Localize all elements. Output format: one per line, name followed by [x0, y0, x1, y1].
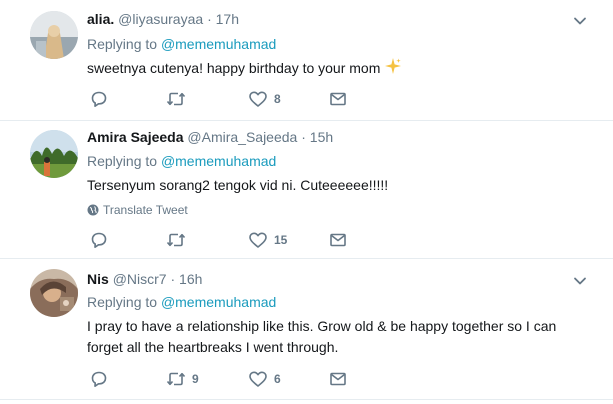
tweet-text: I pray to have a relationship like this.… [87, 316, 582, 358]
avatar[interactable] [30, 130, 78, 178]
user-handle[interactable]: @Amira_Sajeeda [187, 129, 297, 145]
user-handle[interactable]: @liyasurayaa [118, 11, 203, 27]
tweet-text: Tersenyum sorang2 tengok vid ni. Cuteeee… [87, 175, 582, 196]
chevron-down-icon[interactable] [572, 13, 588, 29]
like-count: 6 [274, 372, 281, 386]
translate-tweet-link[interactable]: Translate Tweet [87, 202, 188, 220]
replying-prefix: Replying to [87, 36, 158, 52]
retweet-icon [166, 92, 186, 106]
replying-prefix: Replying to [87, 294, 158, 310]
like-count: 15 [274, 233, 288, 247]
tweet-actions: 15 [87, 230, 387, 250]
like-button[interactable]: 15 [248, 230, 287, 250]
tweet-text: sweetnya cutenya! happy birthday to your… [87, 57, 582, 81]
retweet-icon [166, 372, 186, 386]
display-name[interactable]: Amira Sajeeda [87, 129, 184, 145]
envelope-icon [330, 92, 346, 106]
replying-to: Replying to @mememuhamad [87, 35, 276, 53]
user-handle[interactable]: @Niscr7 [113, 271, 167, 287]
tweet-text-content: I pray to have a relationship like this.… [87, 318, 557, 355]
like-count: 8 [274, 92, 281, 106]
retweet-count: 9 [192, 372, 199, 386]
timestamp[interactable]: 17h [216, 11, 239, 27]
reply-button[interactable] [90, 369, 114, 389]
tweet-1[interactable]: alia. @liyasurayaa · 17h Replying to @me… [0, 0, 613, 120]
direct-message-button[interactable] [329, 89, 347, 109]
tweet-actions: 8 [87, 89, 387, 109]
tweet-header: alia. @liyasurayaa · 17h [87, 10, 239, 28]
tweet-header: Amira Sajeeda @Amira_Sajeeda · 15h [87, 128, 333, 146]
reply-button[interactable] [90, 89, 114, 109]
mention-link[interactable]: @mememuhamad [161, 294, 276, 310]
direct-message-button[interactable] [329, 369, 347, 389]
envelope-icon [330, 372, 346, 386]
display-name[interactable]: Nis [87, 271, 109, 287]
heart-icon [249, 232, 267, 248]
translate-label: Translate Tweet [103, 203, 188, 217]
globe-icon [87, 204, 99, 220]
like-button[interactable]: 8 [248, 89, 281, 109]
envelope-icon [330, 233, 346, 247]
like-button[interactable]: 6 [248, 369, 281, 389]
replying-prefix: Replying to [87, 153, 158, 169]
separator-dot: · [207, 11, 212, 27]
chevron-down-icon[interactable] [572, 273, 588, 289]
retweet-button[interactable] [166, 230, 192, 250]
display-name[interactable]: alia. [87, 11, 114, 27]
replying-to: Replying to @mememuhamad [87, 293, 276, 311]
reply-icon [91, 91, 107, 107]
avatar[interactable] [30, 269, 78, 317]
tweet-actions: 9 6 [87, 369, 387, 389]
mention-link[interactable]: @mememuhamad [161, 36, 276, 52]
tweet-header: Nis @Niscr7 · 16h [87, 270, 202, 288]
replying-to: Replying to @mememuhamad [87, 152, 276, 170]
tweet-3[interactable]: Nis @Niscr7 · 16h Replying to @mememuham… [0, 259, 613, 404]
tweet-text-content: Tersenyum sorang2 tengok vid ni. Cuteeee… [87, 177, 389, 193]
separator-dot: · [301, 129, 306, 145]
timestamp[interactable]: 15h [310, 129, 333, 145]
avatar[interactable] [30, 11, 78, 59]
retweet-icon [166, 233, 186, 247]
direct-message-button[interactable] [329, 230, 347, 250]
tweet-text-content: sweetnya cutenya! happy birthday to your… [87, 60, 381, 76]
retweet-button[interactable] [166, 89, 192, 109]
reply-icon [91, 232, 107, 248]
mention-link[interactable]: @mememuhamad [161, 153, 276, 169]
sparkles-icon [384, 57, 402, 81]
separator-dot: · [170, 271, 176, 287]
tweet-2[interactable]: Amira Sajeeda @Amira_Sajeeda · 15h Reply… [0, 121, 613, 258]
retweet-button[interactable]: 9 [166, 369, 199, 389]
heart-icon [249, 91, 267, 107]
divider [0, 399, 613, 400]
reply-icon [91, 371, 107, 387]
reply-button[interactable] [90, 230, 114, 250]
heart-icon [249, 371, 267, 387]
timestamp[interactable]: 16h [179, 271, 202, 287]
